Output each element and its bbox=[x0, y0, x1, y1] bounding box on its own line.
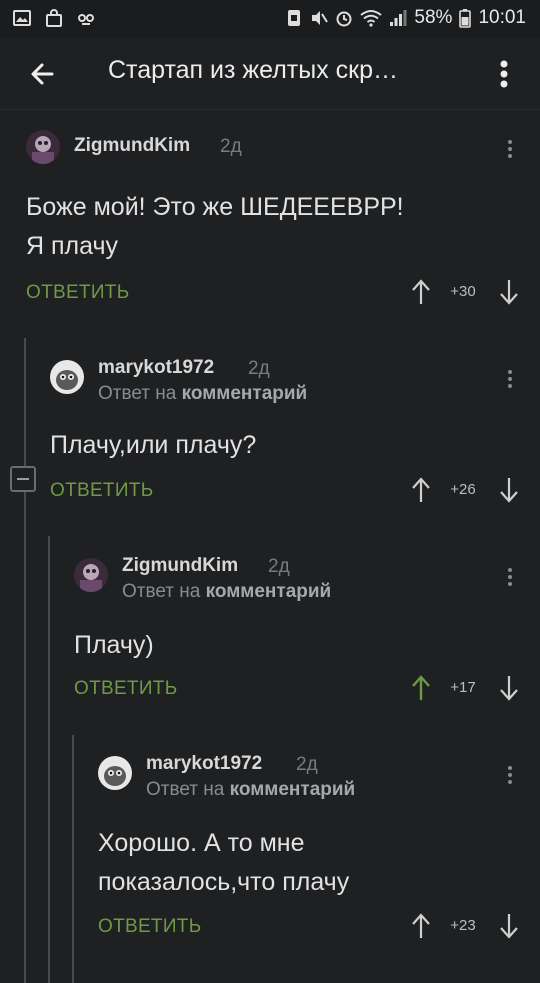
signal-icon bbox=[390, 10, 407, 26]
comment-time: 2д bbox=[268, 556, 290, 577]
downvote-arrow-icon[interactable] bbox=[498, 674, 520, 702]
bag-notification-icon bbox=[46, 9, 62, 27]
thread-line-level-3 bbox=[72, 735, 74, 983]
comment: marykot1972 2д Ответ на комментарий Хоро… bbox=[98, 748, 520, 948]
back-arrow-icon[interactable] bbox=[22, 52, 66, 96]
wifi-icon bbox=[360, 10, 383, 27]
comment-time: 2д bbox=[248, 358, 270, 379]
reply-target-link[interactable]: комментарий bbox=[206, 581, 332, 602]
username[interactable]: marykot1972 bbox=[98, 357, 214, 379]
downvote-arrow-icon[interactable] bbox=[498, 278, 520, 306]
thread-line-level-1 bbox=[24, 338, 26, 983]
downvote-arrow-icon[interactable] bbox=[498, 912, 520, 940]
username[interactable]: marykot1972 bbox=[146, 753, 262, 775]
page-title: Стартап из желтых скр… bbox=[108, 56, 399, 84]
upvote-arrow-icon[interactable] bbox=[410, 912, 432, 940]
comment: marykot1972 2д Ответ на комментарий Плач… bbox=[50, 352, 520, 512]
upvote-arrow-icon[interactable] bbox=[410, 476, 432, 504]
reply-to-note: Ответ на комментарий bbox=[98, 383, 308, 404]
reply-button[interactable]: ОТВЕТИТЬ bbox=[98, 916, 201, 938]
comment-text-line: Боже мой! Это же ШЕДЕЕЕВРР! bbox=[26, 193, 404, 221]
reply-target-link[interactable]: комментарий bbox=[182, 383, 308, 404]
mute-icon bbox=[312, 11, 329, 25]
comment-time: 2д bbox=[296, 754, 318, 775]
status-bar: 58% 10:01 bbox=[0, 0, 540, 38]
reply-target-link[interactable]: комментарий bbox=[230, 779, 356, 800]
username[interactable]: ZigmundKim bbox=[74, 135, 190, 157]
alarm-icon bbox=[336, 11, 352, 27]
reply-button[interactable]: ОТВЕТИТЬ bbox=[74, 678, 177, 700]
avatar[interactable] bbox=[98, 756, 132, 790]
collapse-thread-button[interactable] bbox=[10, 466, 36, 492]
comment-menu-icon[interactable] bbox=[500, 364, 520, 394]
comment: ZigmundKim 2д Ответ на комментарий Плачу… bbox=[74, 550, 520, 710]
comment-text-line: показалось,что плачу bbox=[98, 868, 350, 896]
comment-time: 2д bbox=[220, 136, 242, 157]
comment-menu-icon[interactable] bbox=[500, 562, 520, 592]
username[interactable]: ZigmundKim bbox=[122, 555, 238, 577]
vote-controls: +26 bbox=[410, 476, 520, 506]
image-notification-icon bbox=[13, 10, 31, 26]
app-bar: Стартап из желтых скр… bbox=[0, 38, 540, 110]
battery-icon bbox=[459, 9, 472, 28]
vote-controls: +17 bbox=[410, 674, 520, 704]
thread-line-level-2 bbox=[48, 536, 50, 983]
more-options-icon[interactable] bbox=[484, 52, 524, 96]
rating-score: +30 bbox=[450, 283, 476, 300]
reply-to-note: Ответ на комментарий bbox=[122, 581, 332, 602]
sim-icon bbox=[288, 10, 301, 26]
avatar[interactable] bbox=[26, 130, 60, 164]
vote-controls: +23 bbox=[410, 912, 520, 942]
battery-percent: 58% bbox=[414, 7, 453, 28]
comment-menu-icon[interactable] bbox=[500, 134, 520, 164]
reply-to-note: Ответ на комментарий bbox=[146, 779, 356, 800]
vote-controls: +30 bbox=[410, 278, 520, 308]
comment-text-line: Плачу,или плачу? bbox=[50, 431, 257, 459]
reply-button[interactable]: ОТВЕТИТЬ bbox=[50, 480, 153, 502]
comment-text-line: Я плачу bbox=[26, 232, 119, 260]
avatar[interactable] bbox=[74, 558, 108, 592]
comment-text-line: Плачу) bbox=[74, 631, 154, 659]
avatar[interactable] bbox=[50, 360, 84, 394]
reply-button[interactable]: ОТВЕТИТЬ bbox=[26, 282, 129, 304]
upvote-arrow-icon[interactable] bbox=[410, 278, 432, 306]
rating-score: +23 bbox=[450, 917, 476, 934]
comment-text-line: Хорошо. А то мне bbox=[98, 829, 305, 857]
rating-score: +17 bbox=[450, 679, 476, 696]
upvote-arrow-icon[interactable] bbox=[410, 674, 432, 702]
rating-score: +26 bbox=[450, 481, 476, 498]
voicemail-notification-icon bbox=[78, 14, 94, 25]
clock: 10:01 bbox=[478, 7, 526, 28]
comment: ZigmundKim 2д Боже мой! Это же ШЕДЕЕЕВРР… bbox=[26, 130, 520, 310]
downvote-arrow-icon[interactable] bbox=[498, 476, 520, 504]
comment-menu-icon[interactable] bbox=[500, 760, 520, 790]
